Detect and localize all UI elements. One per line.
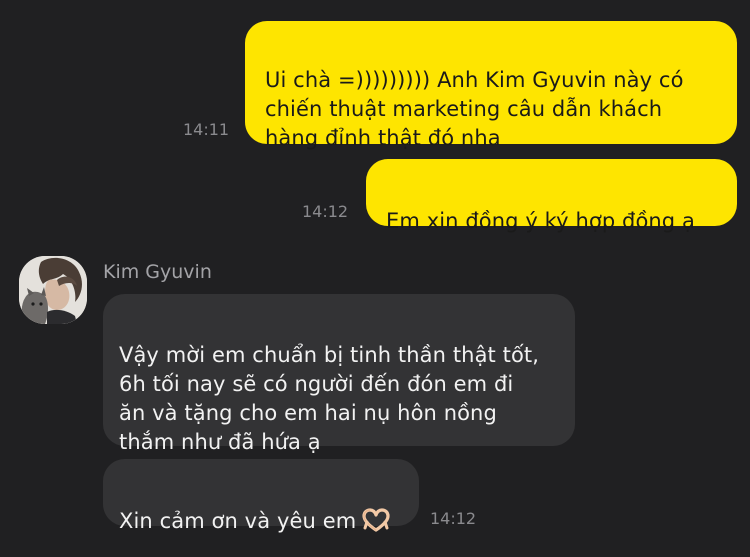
- outgoing-message-bubble[interactable]: Em xin đồng ý ký hợp đồng ạ: [366, 159, 737, 233]
- message-timestamp: 14:12: [430, 509, 477, 528]
- heart-hands-icon: [362, 508, 390, 532]
- sender-avatar[interactable]: [19, 256, 87, 324]
- message-text: Vậy mời em chuẩn bị tinh thần thật tốt, …: [119, 343, 540, 454]
- sender-name: Kim Gyuvin: [103, 261, 212, 283]
- incoming-message-bubble[interactable]: Xin cảm ơn và yêu em: [103, 459, 419, 533]
- message-text: Xin cảm ơn và yêu em: [119, 509, 357, 533]
- message-timestamp: 14:11: [183, 120, 230, 139]
- avatar-photo: [19, 256, 87, 324]
- message-timestamp: 14:12: [302, 202, 349, 221]
- message-text: Em xin đồng ý ký hợp đồng ạ: [386, 209, 695, 233]
- outgoing-message-bubble[interactable]: Ui chà =))))))))) Anh Kim Gyuvin này có …: [245, 21, 737, 150]
- incoming-message-bubble[interactable]: Vậy mời em chuẩn bị tinh thần thật tốt, …: [103, 294, 575, 454]
- message-text: Ui chà =))))))))) Anh Kim Gyuvin này có …: [265, 68, 684, 150]
